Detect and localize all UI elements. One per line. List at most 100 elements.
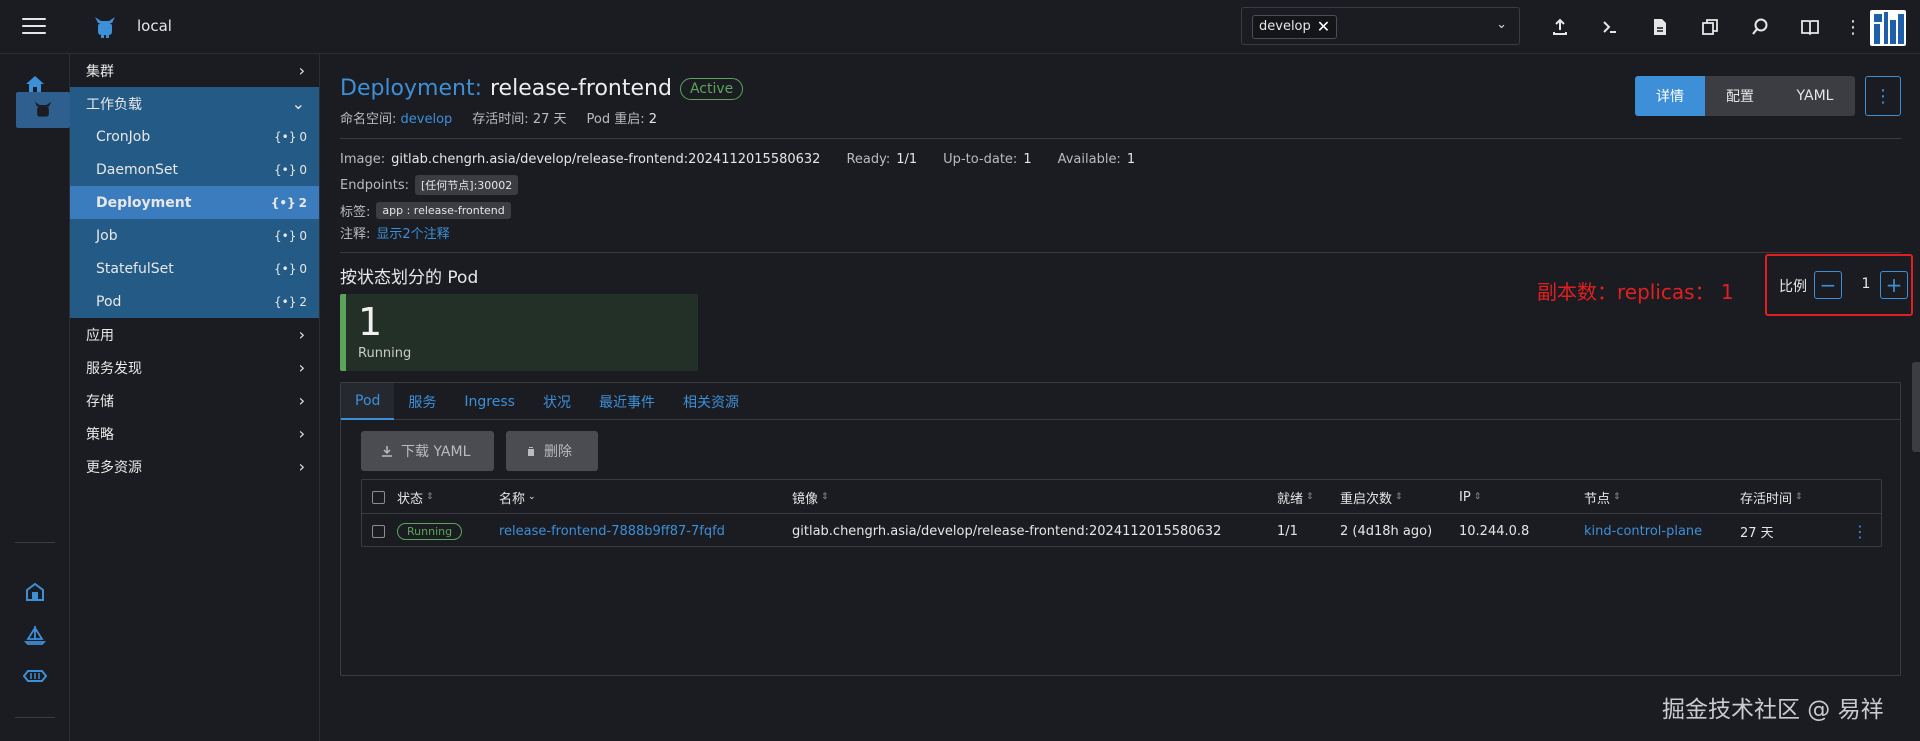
nav-group-apps[interactable]: 应用 › [70,318,319,351]
column-header-restarts[interactable]: 重启次数 ⇕ [1340,480,1403,514]
ready-label: Ready: [846,152,891,167]
cluster-icon[interactable] [16,92,70,128]
restarts-value: 2 [648,112,658,127]
restarts-meta: Pod 重启: 2 [587,108,658,127]
delete-label: 删除 [544,444,572,460]
column-header-state[interactable]: 状态 ⇕ [397,480,434,514]
tab-ingress[interactable]: Ingress [450,383,529,420]
resource-count: {•} 0 [274,130,307,144]
namespace-link[interactable]: develop [401,112,453,127]
row-actions-icon[interactable]: ⋮ [1852,514,1868,548]
labels-label: 标签: [340,205,371,220]
column-header-node[interactable]: 节点 ⇕ [1584,480,1621,514]
count-value: 2 [299,294,307,309]
more-actions-button[interactable]: ⋮ [1865,76,1901,116]
nav-item-label: Deployment [96,194,192,211]
sidebar-item-daemonset[interactable]: DaemonSet {•} 0 [70,153,319,186]
fleet-icon[interactable] [7,658,63,694]
avatar[interactable] [1870,10,1906,46]
main-content: Deployment: release-frontend Active 命名空间… [320,54,1920,741]
label-tag: app : release-frontend [376,202,511,219]
endpoints-row: Endpoints: [任何节点]:30002 [340,175,519,195]
side-panel-handle[interactable] [1912,362,1920,452]
column-header-ip[interactable]: IP ⇕ [1459,480,1481,514]
column-header-image[interactable]: 镜像 ⇕ [792,480,829,514]
pod-ip: 10.244.0.8 [1459,523,1530,539]
pod-name-link[interactable]: release-frontend-7888b9ff87-7fqfd [499,514,725,548]
resource-kind: Deployment: [340,76,482,101]
replicas-annotation: 副本数：replicas： 1 [1537,280,1734,304]
copy-icon[interactable] [1685,0,1735,54]
book-icon[interactable] [1785,0,1835,54]
select-all-checkbox[interactable] [372,490,385,504]
chevron-right-icon: › [298,457,305,476]
pod-restarts: 2 (4d18h ago) [1340,523,1433,539]
column-header-age[interactable]: 存活时间 ⇕ [1740,480,1803,514]
tab-detail[interactable]: 详情 [1635,76,1705,116]
resource-count: {•} 0 [274,163,307,177]
nav-group-workload[interactable]: 工作负载 ⌄ [70,87,319,120]
cluster-name[interactable]: local [137,17,172,35]
tab-yaml[interactable]: YAML [1775,76,1855,116]
endpoint-tag[interactable]: [任何节点]:30002 [415,175,519,195]
terminal-icon[interactable] [1585,0,1635,54]
sidebar-item-pod[interactable]: Pod {•} 2 [70,285,319,318]
table-row[interactable]: Running release-frontend-7888b9ff87-7fqf… [362,514,1881,548]
scale-control: 比例 − 1 + [1765,254,1913,316]
tab-strip: Pod 服务 Ingress 状况 最近事件 相关资源 [341,383,1900,420]
tab-conditions[interactable]: 状况 [529,383,585,420]
more-vertical-icon[interactable]: ⋮ [1835,0,1871,54]
nav-item-label: CronJob [96,128,151,145]
nav-group-service-discovery[interactable]: 服务发现 › [70,351,319,384]
column-header-name[interactable]: 名称 ⌄ [499,480,536,514]
nav-group-more-resources[interactable]: 更多资源 › [70,450,319,483]
show-annotations-link[interactable]: 显示2个注释 [376,223,449,242]
scale-up-button[interactable]: + [1880,271,1908,299]
file-icon[interactable] [1635,0,1685,54]
meta-label: Pod 重启: [586,112,645,127]
column-header-ready[interactable]: 就绪 ⇕ [1277,480,1314,514]
chevron-right-icon: › [298,391,305,410]
nav-item-label: Pod [96,293,122,310]
sidebar-item-statefulset[interactable]: StatefulSet {•} 0 [70,252,319,285]
icon-rail [0,54,70,741]
bracket-icon: {•} [270,195,296,210]
menu-icon[interactable] [22,18,46,36]
header-label: IP [1459,489,1471,505]
remove-namespace-icon[interactable]: ✕ [1317,16,1330,38]
tab-related-resources[interactable]: 相关资源 [669,383,753,420]
nav-group-storage[interactable]: 存储 › [70,384,319,417]
header-label: 镜像 [792,491,819,507]
helm-icon[interactable] [7,617,63,653]
sidebar-item-cronjob[interactable]: CronJob {•} 0 [70,120,319,153]
pod-node-link[interactable]: kind-control-plane [1584,514,1702,548]
image-info-row: Image: gitlab.chengrh.asia/develop/relea… [340,152,1135,167]
tab-services[interactable]: 服务 [394,383,450,420]
header-label: 存活时间 [1740,491,1793,507]
extensions-icon[interactable] [7,574,63,610]
count-value: 0 [299,261,307,276]
nav-group-label: 集群 [86,63,114,80]
download-yaml-button[interactable]: 下载 YAML [361,431,494,471]
nav-group-label: 应用 [86,327,114,344]
scale-value: 1 [1861,276,1871,292]
delete-button[interactable]: 删除 [506,431,598,471]
table-header: 状态 ⇕ 名称 ⌄ 镜像 ⇕ 就绪 ⇕ 重启次数 ⇕ IP ⇕ 节点 ⇕ 存活时间 ⇕ [362,480,1881,514]
nav-group-policy[interactable]: 策略 › [70,417,319,450]
namespace-meta: 命名空间: develop [340,108,452,127]
tab-recent-events[interactable]: 最近事件 [585,383,669,420]
nav-group-cluster[interactable]: 集群 › [70,54,319,87]
search-icon[interactable] [1735,0,1785,54]
tab-pod[interactable]: Pod [341,383,395,420]
sidebar-item-job[interactable]: Job {•} 0 [70,219,319,252]
namespace-filter[interactable]: develop ✕ ⌄ [1241,7,1520,45]
scale-down-button[interactable]: − [1814,271,1842,299]
sidebar-item-deployment[interactable]: Deployment {•} 2 [70,186,319,219]
row-checkbox[interactable] [372,524,385,538]
header-label: 就绪 [1277,491,1304,507]
image-label: Image: [340,152,386,167]
tab-config[interactable]: 配置 [1705,76,1775,116]
view-mode-tabs: 详情 配置 YAML [1635,76,1855,116]
upload-icon[interactable] [1535,0,1585,54]
chevron-down-icon[interactable]: ⌄ [1496,17,1507,32]
